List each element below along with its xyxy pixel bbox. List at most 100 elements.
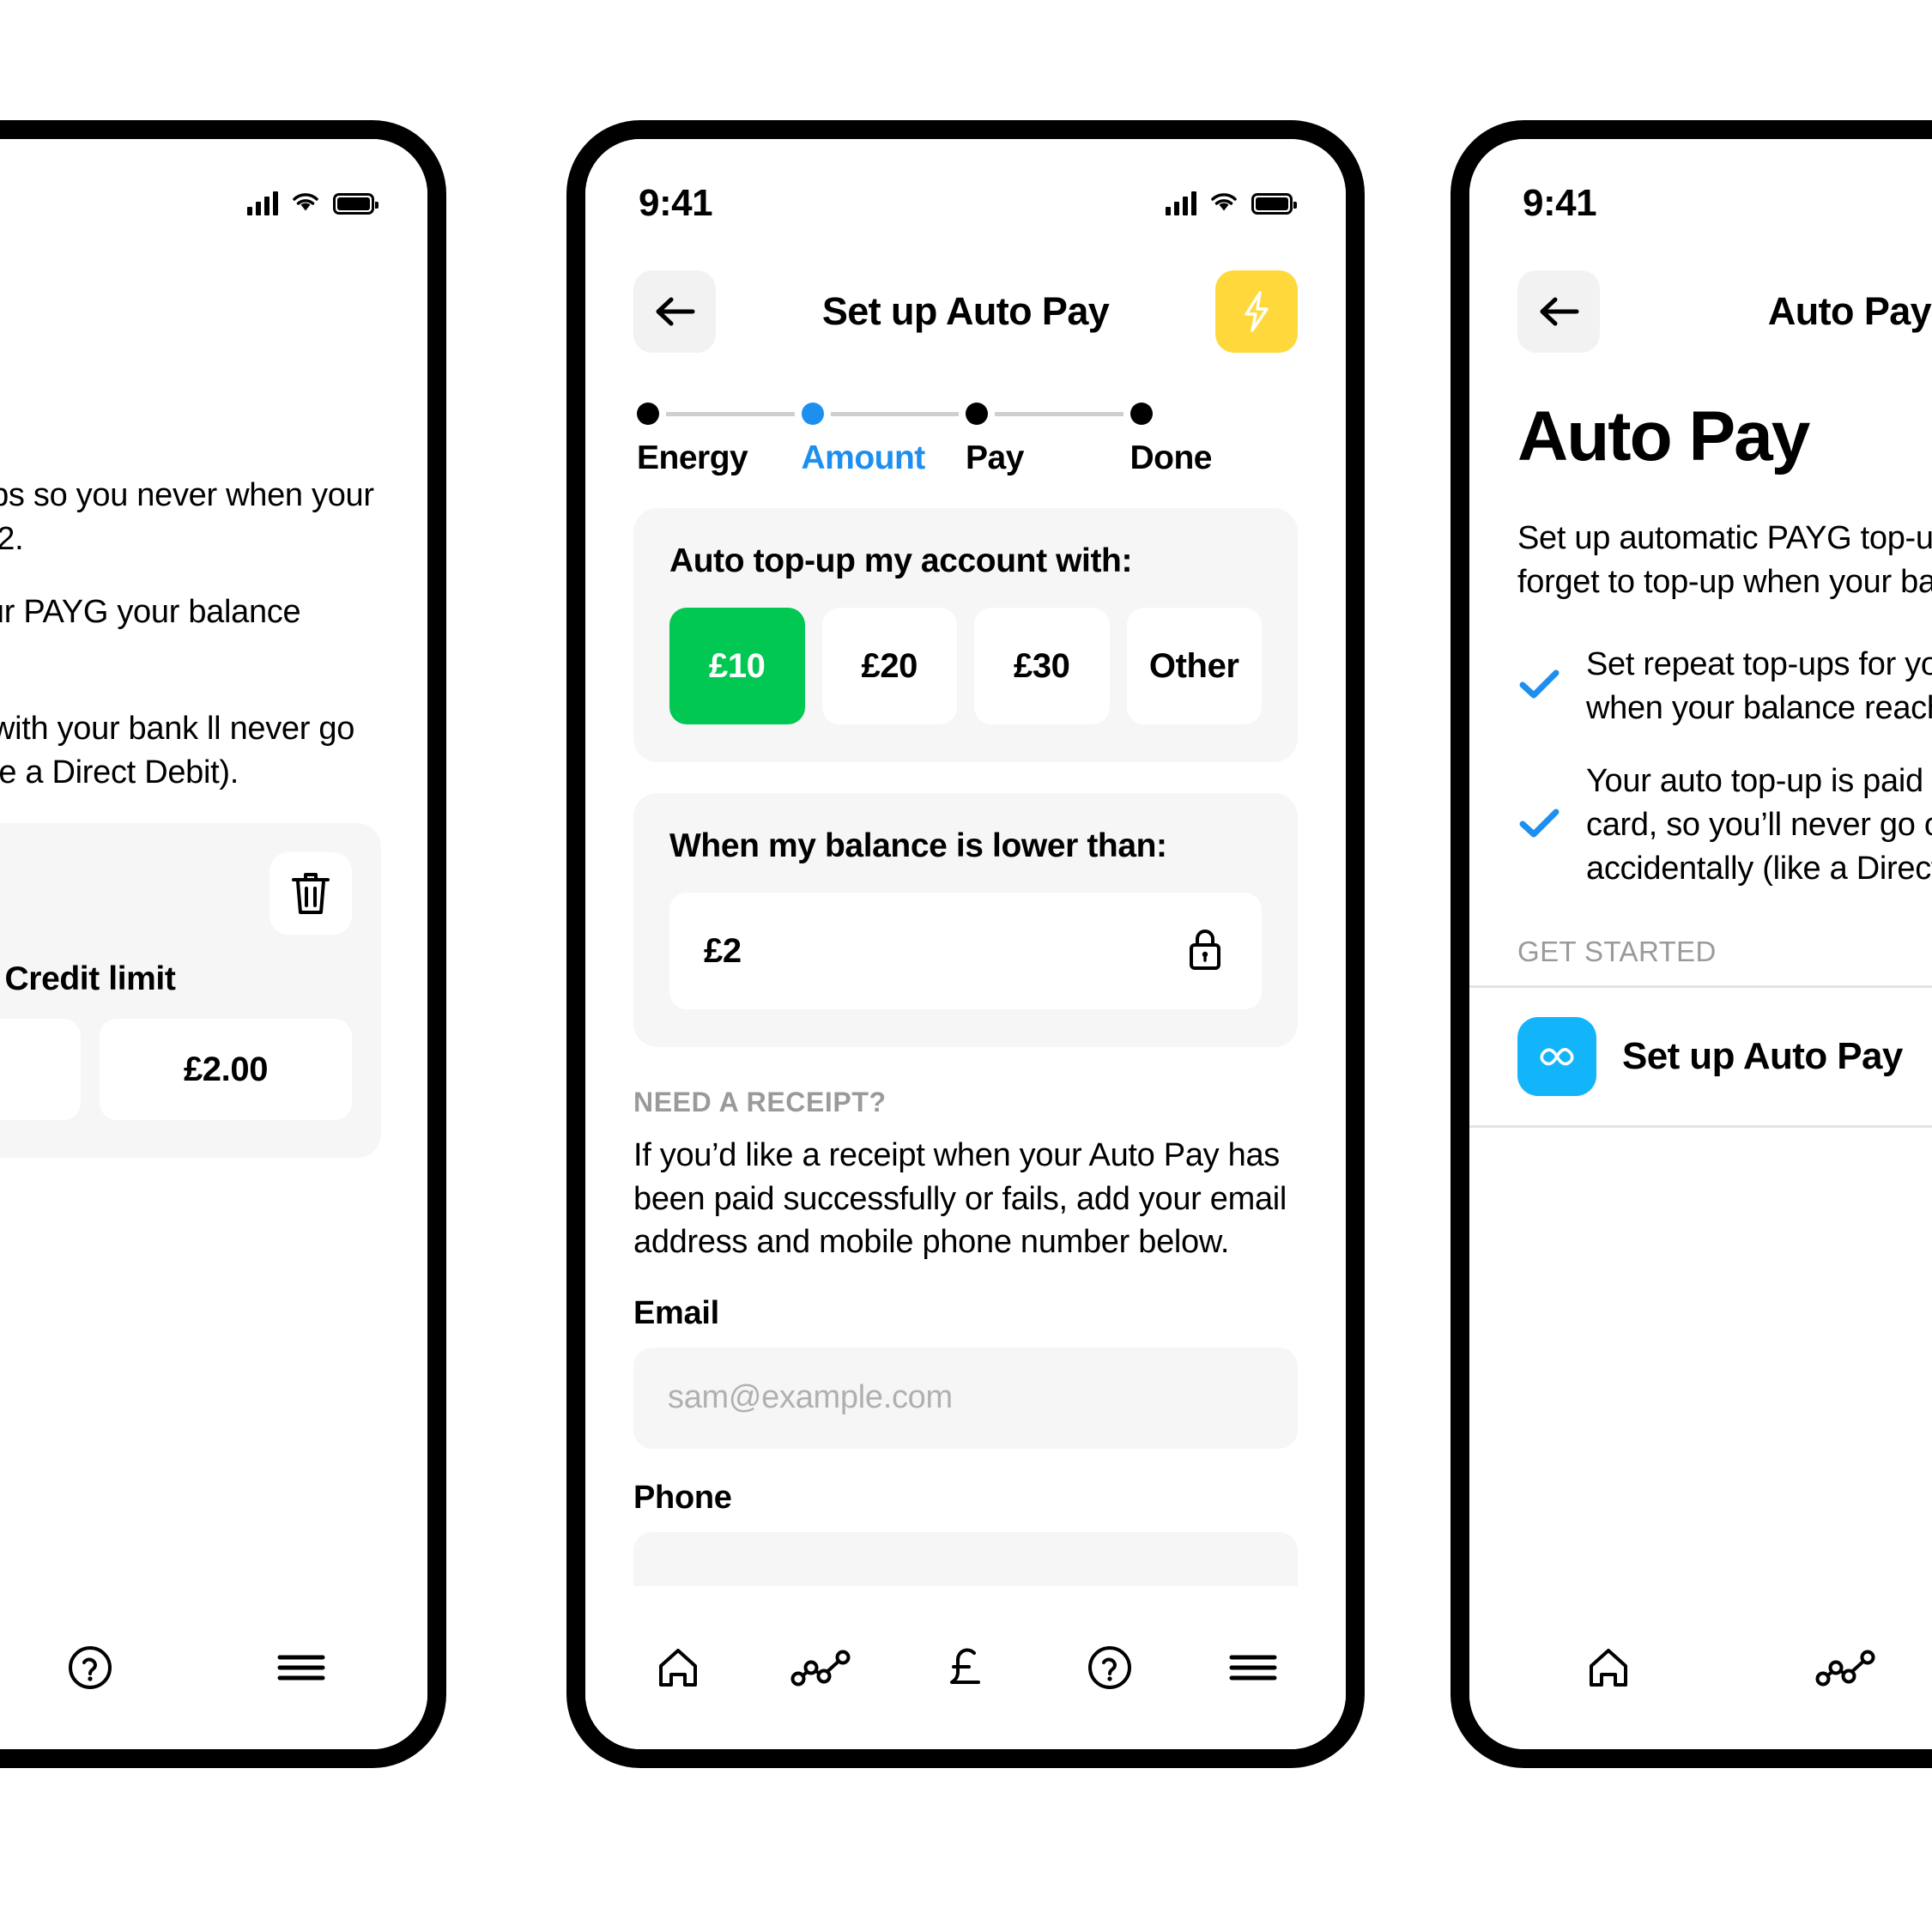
step-amount-track [801, 400, 966, 427]
credit-limit-value[interactable]: £2.00 [100, 1019, 352, 1121]
wifi-icon [290, 190, 321, 218]
status-bar-left: 9:41 [0, 139, 427, 242]
lock-icon [1183, 924, 1227, 979]
check-icon [1517, 805, 1562, 845]
delete-credit-limit-button[interactable] [270, 852, 352, 936]
receipt-eyebrow: NEED A RECEIPT? [633, 1087, 887, 1117]
tab-menu[interactable] [1181, 1586, 1325, 1749]
usage-graph-icon [790, 1650, 851, 1687]
tab-bar-right [1469, 1586, 1932, 1749]
battery-full-icon [333, 192, 379, 215]
topup-amount-options: £10 £20 £30 Other [669, 608, 1262, 724]
step-amount[interactable]: Amount [801, 400, 966, 477]
receipt-body: If you’d like a receipt when your Auto P… [633, 1137, 1287, 1261]
tab-usage[interactable] [750, 1586, 894, 1749]
step-energy[interactable]: Energy [637, 400, 802, 477]
status-indicators [247, 190, 379, 218]
tab-home[interactable] [606, 1586, 750, 1749]
tab-bar-center [585, 1586, 1346, 1749]
hamburger-menu-icon [277, 1655, 325, 1681]
left-body: c PAYG top-ups so you never when your ba… [0, 474, 427, 794]
step-label: Done [1130, 439, 1213, 476]
nav-bar-center: Set up Auto Pay [585, 242, 1346, 371]
set-up-auto-pay-row[interactable]: Set up Auto Pay [1469, 988, 1932, 1125]
back-button[interactable] [633, 270, 716, 353]
question-circle-icon [1087, 1646, 1131, 1689]
tab-help[interactable] [0, 1586, 196, 1749]
step-dot-icon [637, 403, 659, 425]
left-paragraph-2: op-ups for your PAYG your balance reache… [0, 593, 301, 630]
tab-help[interactable] [1038, 1586, 1182, 1749]
step-dot-icon [1130, 403, 1153, 425]
list-item: Your auto top-up is paid with your bank … [1517, 760, 1932, 891]
quick-action-button[interactable] [1215, 270, 1298, 353]
infinity-icon [1517, 1016, 1596, 1096]
status-bar-center: 9:41 [585, 139, 1346, 242]
right-body: Auto Pay Set up automatic PAYG top-ups s… [1469, 371, 1932, 891]
status-time: 9:41 [639, 182, 713, 224]
step-energy-track [637, 400, 802, 427]
back-arrow-icon [656, 297, 695, 326]
page-title-left: Auto Pay [0, 289, 379, 334]
phone-right-screen: 9:41 Auto Pay Auto Pay Set up automatic … [1469, 139, 1932, 1749]
battery-full-icon [1251, 192, 1297, 215]
hamburger-menu-icon [1229, 1655, 1277, 1681]
signal-bars-icon [1166, 191, 1196, 215]
usage-graph-icon [1815, 1650, 1875, 1687]
topup-option-other[interactable]: Other [1126, 608, 1262, 724]
step-label: Pay [966, 439, 1024, 476]
topup-option-20[interactable]: £20 [821, 608, 957, 724]
tab-menu[interactable] [196, 1586, 407, 1749]
step-dot-icon [966, 403, 988, 425]
nav-bar-left: Auto Pay [0, 242, 427, 371]
balance-threshold-field[interactable]: £2 [669, 893, 1262, 1009]
page-title-center: Set up Auto Pay [821, 289, 1110, 333]
receipt-section: NEED A RECEIPT? If you’d like a receipt … [585, 1047, 1346, 1633]
tab-home[interactable] [1490, 1586, 1728, 1749]
step-dot-icon [801, 403, 824, 425]
credit-limit-label: Credit limit [4, 960, 176, 998]
topup-option-10[interactable]: £10 [669, 608, 805, 724]
step-connector [995, 411, 1123, 416]
auto-pay-heading: Auto Pay [1517, 397, 1810, 475]
credit-limit-cell-empty[interactable] [0, 1019, 81, 1121]
left-paragraph-3: op-up is paid with your bank ll never go… [0, 710, 355, 790]
check-icon [1517, 666, 1562, 706]
step-pay-track [966, 400, 1130, 427]
signal-bars-icon [247, 191, 278, 215]
email-placeholder: sam@example.com [668, 1379, 953, 1416]
left-paragraph-1: c PAYG top-ups so you never when your ba… [0, 477, 374, 557]
step-label: Energy [637, 439, 748, 476]
benefits-list: Set repeat top-ups for your PAYG meter w… [1517, 643, 1932, 891]
phone-label: Phone [633, 1479, 732, 1516]
balance-threshold-title: When my balance is lower than: [669, 827, 1167, 864]
step-connector [830, 411, 959, 416]
wifi-icon [1208, 190, 1239, 218]
home-icon [1590, 1649, 1628, 1687]
topup-amount-card: Auto top-up my account with: £10 £20 £30… [633, 508, 1298, 762]
step-label: Amount [801, 439, 926, 476]
credit-limit-values: £2.00 [0, 1019, 352, 1121]
lightning-bolt-icon [1245, 291, 1269, 332]
credit-limit-card: Credit limit £2.00 [0, 823, 381, 1159]
auto-pay-intro: Set up automatic PAYG top-ups so you nev… [1517, 520, 1932, 600]
question-circle-icon [69, 1646, 112, 1689]
get-started-section-label: GET STARTED [1517, 935, 1717, 967]
email-field[interactable]: sam@example.com [633, 1347, 1298, 1449]
email-label: Email [633, 1294, 719, 1331]
back-button[interactable] [1517, 270, 1600, 353]
status-time: 9:41 [1523, 182, 1597, 224]
nav-bar-right: Auto Pay [1469, 242, 1932, 371]
phone-center: 9:41 Set up Auto Pay Energy Amount Pay D… [566, 120, 1365, 1768]
topup-option-30[interactable]: £30 [974, 608, 1110, 724]
tab-usage[interactable] [1728, 1586, 1932, 1749]
topup-amount-title: Auto top-up my account with: [669, 542, 1133, 579]
trash-icon [292, 873, 330, 915]
progress-stepper: Energy Amount Pay Done [585, 371, 1346, 477]
status-bar-right: 9:41 [1469, 139, 1932, 242]
balance-threshold-value: £2 [704, 931, 742, 970]
tab-payments[interactable] [893, 1586, 1038, 1749]
step-done[interactable]: Done [1130, 400, 1295, 477]
step-pay[interactable]: Pay [966, 400, 1130, 477]
step-done-track [1130, 400, 1295, 427]
